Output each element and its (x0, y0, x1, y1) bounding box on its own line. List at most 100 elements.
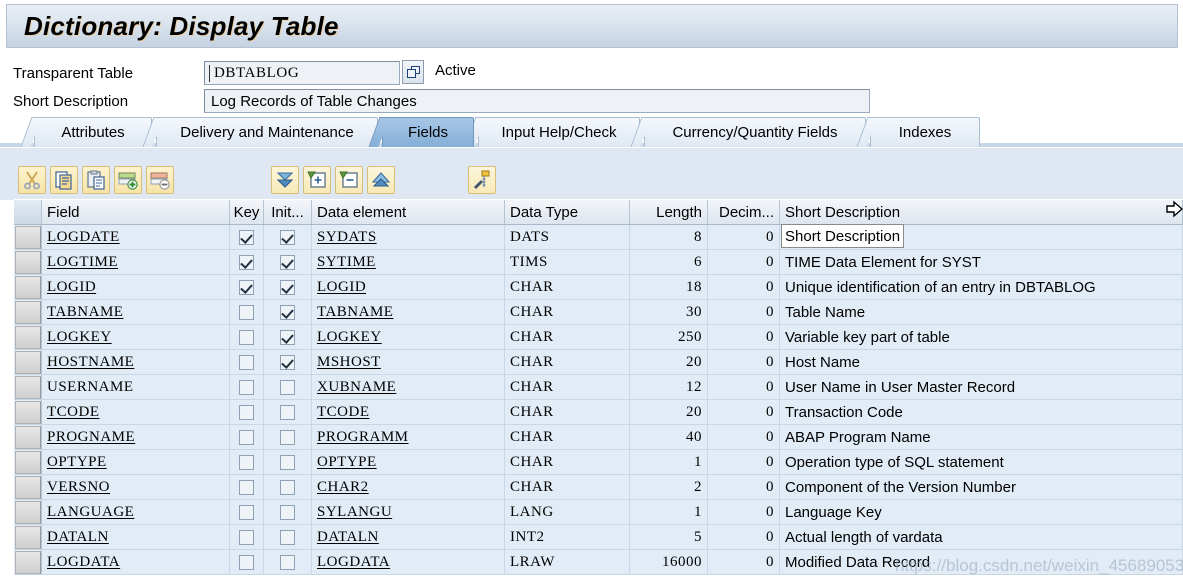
cell-data-element[interactable]: XUBNAME (312, 375, 505, 399)
cell-decimals[interactable]: 0 (708, 325, 780, 349)
row-selector[interactable] (14, 450, 42, 474)
table-row[interactable]: LOGDATESYDATSDATS80(S for SYST (14, 225, 1183, 250)
cell-decimals[interactable]: 0 (708, 375, 780, 399)
cell-key[interactable] (230, 375, 264, 399)
key-checkbox[interactable] (239, 504, 254, 520)
row-selector-button[interactable] (14, 550, 41, 574)
paste-icon[interactable] (82, 166, 110, 194)
cell-init[interactable] (264, 300, 312, 324)
cell-decimals[interactable]: 0 (708, 300, 780, 324)
table-row[interactable]: LOGKEY LOGKEY CHAR 250 0 Variable key part of… (14, 325, 1183, 350)
cell-decimals[interactable]: 0 (708, 550, 780, 574)
tab-indexes[interactable]: Indexes (870, 117, 980, 147)
cell-data-type[interactable]: CHAR (505, 300, 630, 324)
cell-data-element[interactable]: TABNAME (312, 300, 505, 324)
cell-field[interactable]: OPTYPE (42, 450, 230, 474)
cell-short-description[interactable]: Operation type of SQL statement (780, 450, 1183, 474)
cell-data-type[interactable]: TIMS (505, 250, 630, 274)
cell-init[interactable] (264, 325, 312, 349)
row-selector-button[interactable] (14, 425, 41, 449)
sort-up-icon[interactable] (367, 166, 395, 194)
cell-length[interactable]: 6 (630, 250, 708, 274)
column-header-decimals[interactable]: Decim... (708, 200, 780, 224)
cell-key[interactable] (230, 225, 264, 249)
init-checkbox[interactable] (280, 329, 295, 345)
cell-init[interactable] (264, 450, 312, 474)
cell-length[interactable]: 1 (630, 450, 708, 474)
cell-length[interactable]: 250 (630, 325, 708, 349)
cell-data-element[interactable]: CHAR2 (312, 475, 505, 499)
cell-key[interactable] (230, 450, 264, 474)
init-checkbox[interactable] (280, 504, 295, 520)
table-row[interactable]: LANGUAGE SYLANGU LANG 1 0 Language Key (14, 500, 1183, 525)
row-selector-button[interactable] (14, 275, 41, 299)
cell-key[interactable] (230, 475, 264, 499)
cell-decimals[interactable]: 0 (708, 425, 780, 449)
cell-length[interactable]: 16000 (630, 550, 708, 574)
key-checkbox[interactable] (239, 404, 254, 420)
tab-fields[interactable]: Fields (382, 117, 474, 147)
key-checkbox[interactable] (239, 429, 254, 445)
cell-field[interactable]: VERSNO (42, 475, 230, 499)
cell-length[interactable]: 5 (630, 525, 708, 549)
cell-key[interactable] (230, 350, 264, 374)
table-row[interactable]: VERSNO CHAR2 CHAR 2 0 Component of the Versio… (14, 475, 1183, 500)
cell-short-description[interactable]: Modified Data Record (780, 550, 1183, 574)
cell-length[interactable]: 8 (630, 225, 708, 249)
cell-data-type[interactable]: CHAR (505, 400, 630, 424)
cell-short-description[interactable]: User Name in User Master Record (780, 375, 1183, 399)
cell-init[interactable] (264, 475, 312, 499)
init-checkbox[interactable] (280, 279, 295, 295)
table-row[interactable]: LOGID LOGID CHAR 18 0 Unique identification o… (14, 275, 1183, 300)
table-row[interactable]: OPTYPE OPTYPE CHAR 1 0 Operation type of SQL … (14, 450, 1183, 475)
table-name-input[interactable]: DBTABLOG (204, 61, 400, 85)
row-selector-button[interactable] (14, 350, 41, 374)
cell-data-type[interactable]: DATS (505, 225, 630, 249)
cell-decimals[interactable]: 0 (708, 225, 780, 249)
table-row[interactable]: HOSTNAME MSHOST CHAR 20 0 Host Name (14, 350, 1183, 375)
cell-length[interactable]: 18 (630, 275, 708, 299)
cell-init[interactable] (264, 275, 312, 299)
table-row[interactable]: TABNAME TABNAME CHAR 30 0 Table Name (14, 300, 1183, 325)
tab-delivery-and-maintenance[interactable]: Delivery and Maintenance (156, 117, 378, 147)
expand-icon[interactable] (303, 166, 331, 194)
cell-data-type[interactable]: CHAR (505, 350, 630, 374)
cell-decimals[interactable]: 0 (708, 350, 780, 374)
cell-init[interactable] (264, 525, 312, 549)
tab-currency-quantity-fields[interactable]: Currency/Quantity Fields (644, 117, 866, 147)
column-header-length[interactable]: Length (630, 200, 708, 224)
key-checkbox[interactable] (239, 554, 254, 570)
cell-decimals[interactable]: 0 (708, 500, 780, 524)
cell-short-description[interactable]: Component of the Version Number (780, 475, 1183, 499)
cell-field[interactable]: LOGID (42, 275, 230, 299)
cell-length[interactable]: 40 (630, 425, 708, 449)
column-header-data-type[interactable]: Data Type (505, 200, 630, 224)
select-all-header[interactable] (14, 200, 42, 224)
cell-key[interactable] (230, 400, 264, 424)
cell-decimals[interactable]: 0 (708, 450, 780, 474)
cell-init[interactable] (264, 550, 312, 574)
cell-data-type[interactable]: CHAR (505, 475, 630, 499)
row-selector-button[interactable] (14, 475, 41, 499)
key-checkbox[interactable] (239, 454, 254, 470)
key-checkbox[interactable] (239, 279, 254, 295)
cell-key[interactable] (230, 300, 264, 324)
init-checkbox[interactable] (280, 529, 295, 545)
cell-field[interactable]: LANGUAGE (42, 500, 230, 524)
insert-row-icon[interactable] (114, 166, 142, 194)
column-header-key[interactable]: Key (230, 200, 264, 224)
cell-field[interactable]: TABNAME (42, 300, 230, 324)
init-checkbox[interactable] (280, 354, 295, 370)
cell-key[interactable] (230, 425, 264, 449)
column-header-init[interactable]: Init... (264, 200, 312, 224)
cell-short-description[interactable]: Host Name (780, 350, 1183, 374)
cell-data-element[interactable]: MSHOST (312, 350, 505, 374)
cell-data-element[interactable]: OPTYPE (312, 450, 505, 474)
cell-length[interactable]: 20 (630, 350, 708, 374)
row-selector-button[interactable] (14, 450, 41, 474)
init-checkbox[interactable] (280, 454, 295, 470)
table-row[interactable]: USERNAME XUBNAME CHAR 12 0 User Name in User … (14, 375, 1183, 400)
table-row[interactable]: PROGNAME PROGRAMM CHAR 40 0 ABAP Program Name (14, 425, 1183, 450)
cell-data-type[interactable]: CHAR (505, 375, 630, 399)
row-selector[interactable] (14, 375, 42, 399)
